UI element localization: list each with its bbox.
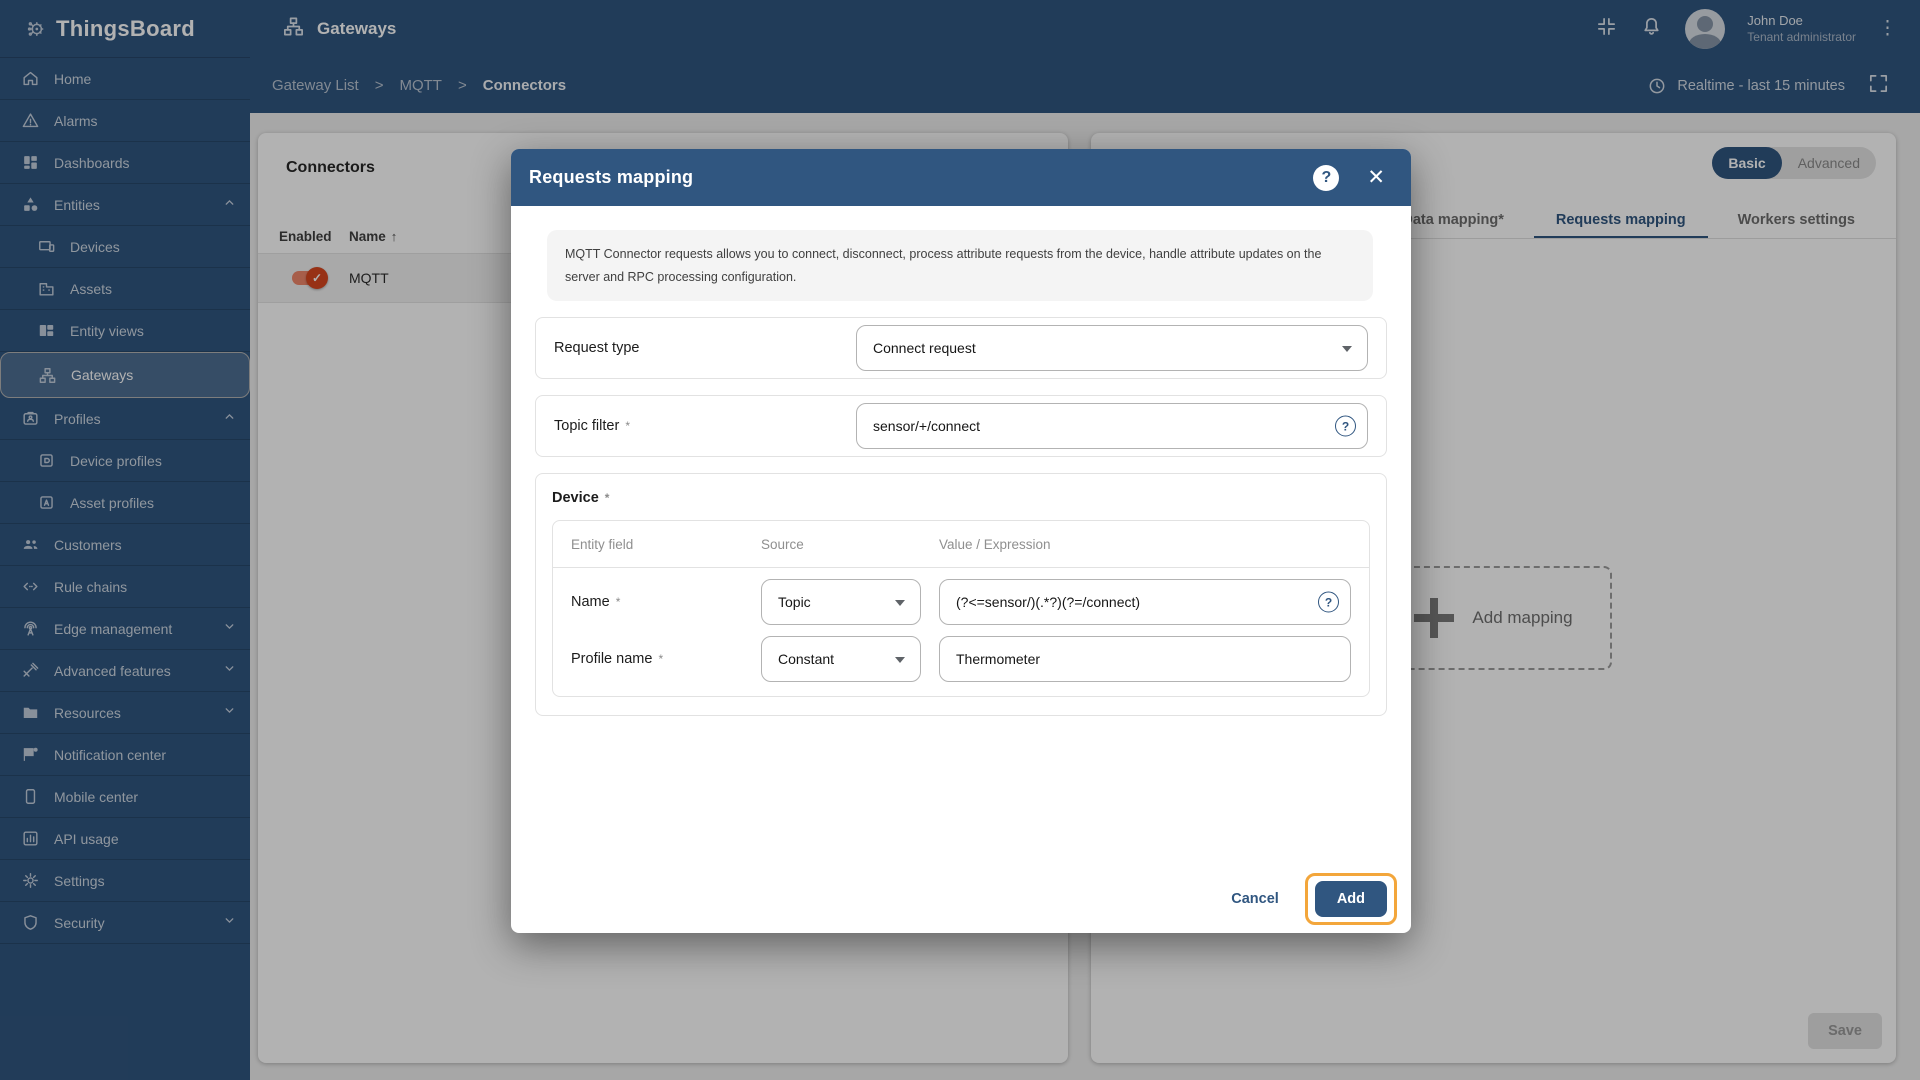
requests-mapping-dialog: Requests mapping ? ✕ MQTT Connector requ…	[511, 149, 1411, 933]
dialog-footer: Cancel Add	[1231, 873, 1397, 925]
request-type-select[interactable]: Connect request	[856, 325, 1368, 371]
column-value-expression: Value / Expression	[939, 537, 1351, 552]
close-icon[interactable]: ✕	[1367, 167, 1385, 188]
topic-filter-label: Topic filter *	[554, 418, 856, 434]
dialog-description: MQTT Connector requests allows you to co…	[547, 230, 1373, 301]
cancel-button[interactable]: Cancel	[1231, 891, 1279, 907]
dialog-header: Requests mapping ? ✕	[511, 149, 1411, 206]
dropdown-caret-icon	[1342, 346, 1352, 352]
highlight-ring: Add	[1305, 873, 1397, 925]
dialog-title: Requests mapping	[529, 167, 1313, 188]
app-root: ThingsBoard Home Alarms Dashboards Entit…	[0, 0, 1920, 1080]
profile-name-field-label: Profile name *	[571, 651, 761, 667]
profile-value-input[interactable]	[939, 636, 1351, 682]
column-source: Source	[761, 537, 939, 552]
name-field-label: Name *	[571, 594, 761, 610]
device-section: Device * Entity field Source Value / Exp…	[535, 473, 1387, 716]
field-help-icon[interactable]: ?	[1318, 592, 1339, 613]
field-help-icon[interactable]: ?	[1335, 416, 1356, 437]
device-table: Entity field Source Value / Expression N…	[552, 520, 1370, 697]
required-marker: *	[625, 419, 630, 433]
help-icon[interactable]: ?	[1313, 165, 1339, 191]
add-button[interactable]: Add	[1315, 881, 1387, 917]
required-marker: *	[616, 595, 621, 609]
device-name-row: Name * Topic ?	[553, 579, 1369, 625]
request-type-row: Request type Connect request	[535, 317, 1387, 379]
device-table-header: Entity field Source Value / Expression	[553, 521, 1369, 568]
topic-filter-input[interactable]	[856, 403, 1368, 449]
topic-filter-row: Topic filter * ?	[535, 395, 1387, 457]
required-marker: *	[605, 491, 610, 505]
profile-name-row: Profile name * Constant	[553, 636, 1369, 682]
name-expression-input[interactable]	[939, 579, 1351, 625]
request-type-label: Request type	[554, 340, 856, 356]
dropdown-caret-icon	[895, 657, 905, 663]
device-section-title: Device *	[552, 490, 1370, 506]
required-marker: *	[658, 652, 663, 666]
dropdown-caret-icon	[895, 600, 905, 606]
column-entity-field: Entity field	[571, 537, 761, 552]
